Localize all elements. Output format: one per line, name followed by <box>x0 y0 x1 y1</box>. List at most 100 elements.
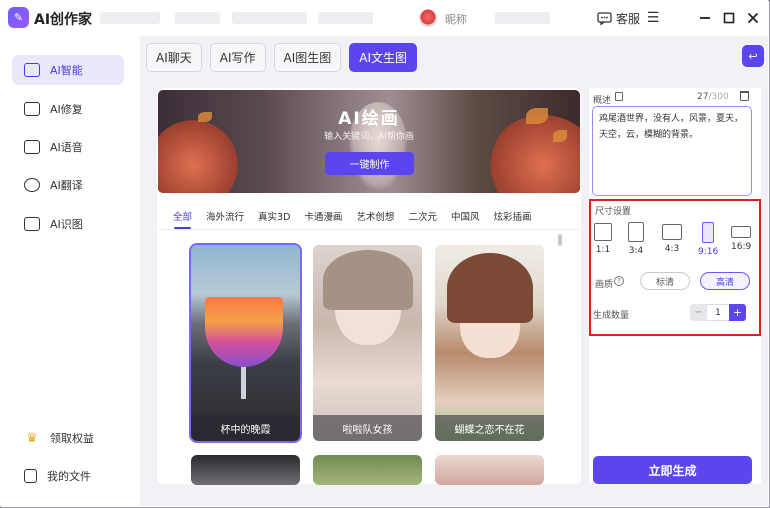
ratio-label: 3:4 <box>628 246 644 256</box>
tab-ai-image-to-image[interactable]: AI图生图 <box>273 43 342 72</box>
placeholder-bar <box>100 12 160 24</box>
ratio-shape <box>702 222 715 243</box>
repair-icon <box>24 102 40 116</box>
quantity-stepper: − 1 + <box>690 304 746 321</box>
banner-title: AI绘画 <box>338 109 400 129</box>
return-icon: ↩ <box>748 49 758 63</box>
char-count-value: 27 <box>697 92 709 102</box>
template-card[interactable]: 啦啦队女孩 <box>313 245 422 441</box>
category-anime[interactable]: 二次元 <box>408 209 437 223</box>
sidebar-item-ai-voice[interactable]: AI语音 <box>12 132 124 162</box>
sidebar-item-label: AI智能 <box>50 64 83 77</box>
ai-chat-icon <box>24 63 40 77</box>
template-card[interactable] <box>313 455 422 485</box>
quality-label: 画质 <box>595 280 614 290</box>
sidebar-item-ai-recognize[interactable]: AI识图 <box>12 209 124 239</box>
customer-service-button[interactable]: 客服 <box>597 10 640 27</box>
copy-icon[interactable] <box>615 92 623 101</box>
back-button[interactable]: ↩ <box>742 45 764 67</box>
maximize-button[interactable] <box>720 9 738 27</box>
ratio-label: 16:9 <box>731 242 752 252</box>
template-card[interactable] <box>435 455 544 485</box>
card-caption: 啦啦队女孩 <box>313 415 422 441</box>
sidebar-item-label: AI语音 <box>50 141 83 154</box>
file-icon <box>24 469 37 483</box>
help-icon[interactable]: ? <box>614 276 624 286</box>
sidebar-item-ai-translate[interactable]: AI翻译 <box>12 170 124 200</box>
ai-painting-banner: AI绘画 输入关键词，AI帮你画 一键制作 <box>158 90 580 193</box>
tab-ai-text-to-image[interactable]: AI文生图 <box>349 43 417 72</box>
cocktail-image <box>241 367 246 399</box>
ratio-shape <box>594 223 612 241</box>
generate-now-button[interactable]: 立即生成 <box>593 456 752 484</box>
prompt-input[interactable]: 鸡尾酒世界，没有人，风景，夏天，天空，云，模糊的背景。 <box>592 106 752 196</box>
ratio-option-16-9[interactable]: 16:9 <box>731 222 751 252</box>
ratio-option-4-3[interactable]: 4:3 <box>662 222 682 254</box>
quality-hd-button[interactable]: 高清 <box>700 272 750 290</box>
sidebar: AI智能 AI修复 AI语音 AI翻译 AI识图 ♛ 领取权益 我的文件 <box>0 36 140 506</box>
sidebar-item-ai-smart[interactable]: AI智能 <box>12 55 124 85</box>
translate-icon <box>24 178 40 192</box>
ratio-option-9-16[interactable]: 9:16 <box>698 222 718 257</box>
minimize-button[interactable] <box>696 9 714 27</box>
ratio-option-1-1[interactable]: 1:1 <box>594 222 612 255</box>
image-recognition-icon <box>24 217 40 231</box>
category-all[interactable]: 全部 <box>173 209 192 229</box>
maximize-icon <box>723 12 735 24</box>
app-logo-icon: ✎ <box>8 7 29 28</box>
divider <box>158 229 580 230</box>
template-card[interactable]: 杯中的晚霞 <box>189 243 302 443</box>
title-bar: ✎ AI创作家 昵称 客服 ☰ <box>0 0 768 36</box>
template-card[interactable] <box>191 455 300 485</box>
category-chinese[interactable]: 中国风 <box>451 209 480 223</box>
char-count: 27/300 <box>697 92 729 102</box>
placeholder-bar <box>175 12 220 24</box>
trash-icon[interactable] <box>740 91 749 101</box>
tab-ai-writing[interactable]: AI写作 <box>209 43 266 72</box>
char-count-max: /300 <box>708 92 729 102</box>
ratio-label: 1:1 <box>595 245 611 255</box>
avatar[interactable] <box>419 9 437 27</box>
category-cartoon[interactable]: 卡通漫画 <box>304 209 342 223</box>
portrait-image <box>447 253 533 323</box>
one-click-create-button[interactable]: 一键制作 <box>325 152 414 175</box>
ratio-label: 4:3 <box>664 244 680 254</box>
scrollbar[interactable] <box>558 234 562 246</box>
quantity-label: 生成数量 <box>593 311 630 321</box>
quality-standard-button[interactable]: 标清 <box>640 272 690 290</box>
category-overseas[interactable]: 海外流行 <box>206 209 244 223</box>
increment-button[interactable]: + <box>729 304 746 321</box>
template-card[interactable]: 蝴蝶之恋不在花 <box>435 245 544 441</box>
sidebar-item-benefits[interactable]: ♛ 领取权益 <box>12 423 124 453</box>
cocktail-image <box>205 297 283 367</box>
sidebar-item-my-files[interactable]: 我的文件 <box>12 461 124 491</box>
sidebar-item-label: AI识图 <box>50 218 83 231</box>
ratio-shape <box>628 222 644 242</box>
banner-subtitle: 输入关键词，AI帮你画 <box>324 132 414 142</box>
tab-ai-chat[interactable]: AI聊天 <box>146 43 202 72</box>
description-label: 概述 <box>593 96 612 106</box>
close-icon <box>747 12 759 24</box>
ratio-label: 9:16 <box>698 247 719 257</box>
minimize-icon <box>700 17 710 19</box>
sidebar-item-label: AI翻译 <box>50 179 83 192</box>
placeholder-bar <box>232 12 307 24</box>
size-settings-label: 尺寸设置 <box>595 207 632 217</box>
category-real-3d[interactable]: 真实3D <box>258 209 290 223</box>
category-art[interactable]: 艺术创想 <box>356 209 394 223</box>
nickname[interactable]: 昵称 <box>445 11 467 27</box>
placeholder-bar <box>495 12 550 24</box>
category-tabs: 全部 海外流行 真实3D 卡通漫画 艺术创想 二次元 中国风 炫彩插画 <box>173 209 545 229</box>
menu-button[interactable]: ☰ <box>644 9 662 27</box>
app-title: AI创作家 <box>34 12 93 28</box>
voice-icon <box>24 140 40 154</box>
decrement-button[interactable]: − <box>690 304 707 321</box>
sidebar-item-label: AI修复 <box>50 103 83 116</box>
sidebar-item-ai-repair[interactable]: AI修复 <box>12 94 124 124</box>
quantity-value[interactable]: 1 <box>707 304 729 321</box>
ratio-option-3-4[interactable]: 3:4 <box>628 222 644 256</box>
placeholder-bar <box>318 12 373 24</box>
close-button[interactable] <box>744 9 762 27</box>
category-colorful[interactable]: 炫彩插画 <box>493 209 531 223</box>
card-caption: 蝴蝶之恋不在花 <box>435 415 544 441</box>
